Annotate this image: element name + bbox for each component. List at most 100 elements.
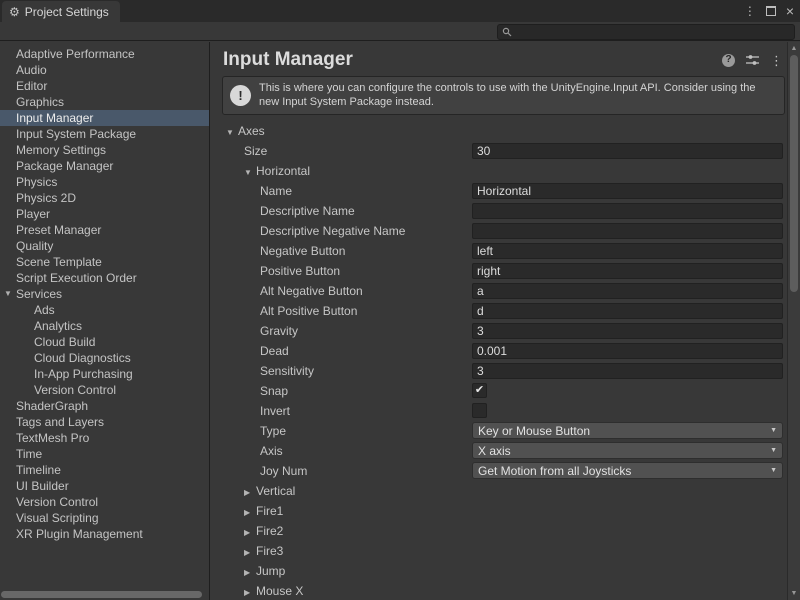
checkbox-snap[interactable]: ✔ (472, 383, 487, 398)
foldout-icon[interactable]: ▶ (244, 508, 256, 517)
foldout-fire2[interactable]: ▶Fire2 (211, 524, 472, 538)
sidebar-item-label: UI Builder (16, 479, 69, 493)
sidebar-item-preset-manager[interactable]: Preset Manager (0, 222, 209, 238)
foldout-icon[interactable]: ▶ (244, 528, 256, 537)
sidebar-item-audio[interactable]: Audio (0, 62, 209, 78)
sidebar-item-version-control[interactable]: Version Control (0, 494, 209, 510)
sidebar-item-label: Quality (16, 239, 53, 253)
property-label-text: Horizontal (256, 164, 310, 178)
property-label-text: Size (244, 144, 267, 158)
foldout-icon[interactable]: ▼ (226, 128, 238, 137)
help-icon[interactable]: ? (722, 54, 735, 67)
sidebar-item-visual-scripting[interactable]: Visual Scripting (0, 510, 209, 526)
sidebar-item-adaptive-performance[interactable]: Adaptive Performance (0, 46, 209, 62)
vertical-scrollbar[interactable]: ▲ ▼ (787, 42, 800, 600)
title-bar: ⚙ Project Settings ⋮ × (0, 0, 800, 22)
search-input[interactable] (515, 26, 790, 38)
foldout-icon[interactable]: ▶ (244, 548, 256, 557)
foldout-fire3[interactable]: ▶Fire3 (211, 544, 472, 558)
sidebar-item-package-manager[interactable]: Package Manager (0, 158, 209, 174)
foldout-fire1[interactable]: ▶Fire1 (211, 504, 472, 518)
sidebar-item-quality[interactable]: Quality (0, 238, 209, 254)
text-field-alt-positive-button[interactable] (472, 303, 783, 319)
property-row-descriptive-name: Descriptive Name (211, 201, 787, 221)
content: Adaptive PerformanceAudioEditorGraphicsI… (0, 42, 800, 600)
text-field-alt-negative-button[interactable] (472, 283, 783, 299)
search-box[interactable] (497, 24, 795, 40)
foldout-horizontal[interactable]: ▼Horizontal (211, 164, 472, 178)
sidebar-item-scene-template[interactable]: Scene Template (0, 254, 209, 270)
sidebar-item-graphics[interactable]: Graphics (0, 94, 209, 110)
window-maximize-icon[interactable] (766, 6, 776, 16)
sidebar-item-memory-settings[interactable]: Memory Settings (0, 142, 209, 158)
sidebar-item-physics[interactable]: Physics (0, 174, 209, 190)
foldout-mouse-x[interactable]: ▶Mouse X (211, 584, 472, 598)
dropdown-value: Key or Mouse Button (478, 424, 590, 438)
sidebar-item-services[interactable]: ▼ Services (0, 286, 209, 302)
foldout-axes[interactable]: ▼Axes (211, 124, 472, 138)
sidebar-item-shadergraph[interactable]: ShaderGraph (0, 398, 209, 414)
text-field-gravity[interactable] (472, 323, 783, 339)
tab-project-settings[interactable]: ⚙ Project Settings (2, 1, 120, 22)
sidebar-item-player[interactable]: Player (0, 206, 209, 222)
sidebar-item-textmesh-pro[interactable]: TextMesh Pro (0, 430, 209, 446)
property-field (472, 183, 783, 199)
property-row-size: Size (211, 141, 787, 161)
sidebar-horizontal-scrollbar[interactable] (0, 589, 208, 600)
sidebar-item-time[interactable]: Time (0, 446, 209, 462)
foldout-jump[interactable]: ▶Jump (211, 564, 472, 578)
dropdown-type[interactable]: Key or Mouse Button▼ (472, 422, 783, 439)
sidebar-item-in-app-purchasing[interactable]: In-App Purchasing (0, 366, 209, 382)
sidebar-item-cloud-build[interactable]: Cloud Build (0, 334, 209, 350)
more-menu-icon[interactable]: ⋮ (770, 54, 783, 67)
text-field-name[interactable] (472, 183, 783, 199)
sidebar-item-xr-plugin-management[interactable]: XR Plugin Management (0, 526, 209, 542)
sidebar-item-physics-2d[interactable]: Physics 2D (0, 190, 209, 206)
foldout-icon[interactable]: ▶ (244, 588, 256, 597)
property-label-text: Fire2 (256, 524, 283, 538)
window-close-icon[interactable]: × (786, 4, 794, 18)
property-label-name: Name (211, 184, 472, 198)
sidebar-item-ads[interactable]: Ads (0, 302, 209, 318)
window-menu-icon[interactable]: ⋮ (744, 5, 756, 17)
toolbar (0, 22, 800, 41)
foldout-icon[interactable]: ▼ (4, 290, 12, 298)
foldout-icon[interactable]: ▼ (244, 168, 256, 177)
info-box: ! This is where you can configure the co… (222, 76, 785, 115)
foldout-vertical[interactable]: ▶Vertical (211, 484, 472, 498)
text-field-descriptive-name[interactable] (472, 203, 783, 219)
text-field-sensitivity[interactable] (472, 363, 783, 379)
text-field-descriptive-negative-name[interactable] (472, 223, 783, 239)
dropdown-axis[interactable]: X axis▼ (472, 442, 783, 459)
sidebar-item-cloud-diagnostics[interactable]: Cloud Diagnostics (0, 350, 209, 366)
property-field (472, 403, 783, 418)
sidebar-item-version-control[interactable]: Version Control (0, 382, 209, 398)
sidebar-item-input-system-package[interactable]: Input System Package (0, 126, 209, 142)
sidebar-item-editor[interactable]: Editor (0, 78, 209, 94)
property-row-name: Name (211, 181, 787, 201)
dropdown-joy-num[interactable]: Get Motion from all Joysticks▼ (472, 462, 783, 479)
sidebar-scrollbar-thumb[interactable] (1, 591, 202, 598)
scroll-down-icon[interactable]: ▼ (788, 590, 800, 597)
sidebar-item-label: Services (16, 287, 62, 301)
foldout-icon[interactable]: ▶ (244, 488, 256, 497)
sidebar-item-analytics[interactable]: Analytics (0, 318, 209, 334)
sidebar-item-input-manager[interactable]: Input Manager (0, 110, 209, 126)
sidebar-item-label: Input Manager (16, 111, 93, 125)
scrollbar-thumb[interactable] (790, 55, 798, 292)
text-field-positive-button[interactable] (472, 263, 783, 279)
text-field-dead[interactable] (472, 343, 783, 359)
presets-icon[interactable] (746, 54, 759, 66)
info-icon: ! (230, 85, 251, 106)
sidebar-item-timeline[interactable]: Timeline (0, 462, 209, 478)
sidebar-item-label: Adaptive Performance (16, 47, 135, 61)
sidebar-item-ui-builder[interactable]: UI Builder (0, 478, 209, 494)
sidebar-item-tags-and-layers[interactable]: Tags and Layers (0, 414, 209, 430)
sidebar-item-script-execution-order[interactable]: Script Execution Order (0, 270, 209, 286)
sidebar-item-label: Preset Manager (16, 223, 101, 237)
text-field-negative-button[interactable] (472, 243, 783, 259)
checkbox-invert[interactable] (472, 403, 487, 418)
foldout-icon[interactable]: ▶ (244, 568, 256, 577)
scroll-up-icon[interactable]: ▲ (788, 45, 800, 52)
text-field-size[interactable] (472, 143, 783, 159)
